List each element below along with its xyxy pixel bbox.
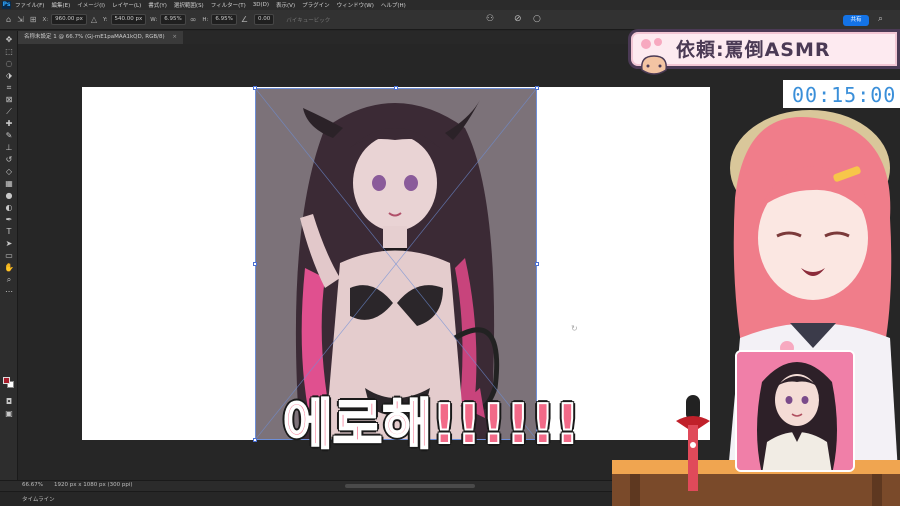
zoom-level[interactable]: 66.67% bbox=[22, 482, 43, 488]
warp-icon[interactable]: ⚇ bbox=[486, 14, 494, 24]
transform-handle-bottom-left[interactable] bbox=[253, 438, 257, 442]
y-position-input[interactable]: 540.00 px bbox=[110, 14, 147, 25]
transform-handle-top-center[interactable] bbox=[394, 86, 398, 90]
menu-3d[interactable]: 3D(D) bbox=[253, 2, 269, 8]
menu-bar: Ps ファイル(F) 編集(E) イメージ(I) レイヤー(L) 書式(Y) 選… bbox=[0, 0, 900, 10]
width-input[interactable]: 6.95% bbox=[160, 14, 186, 25]
request-title: 依頼:罵倒ASMR bbox=[676, 39, 831, 61]
microphone-icon bbox=[676, 395, 710, 491]
transform-handle-middle-left[interactable] bbox=[253, 262, 257, 266]
menu-window[interactable]: ウィンドウ(W) bbox=[337, 1, 374, 9]
transform-handle-top-right[interactable] bbox=[535, 86, 539, 90]
link-proportions-icon[interactable]: ∞ bbox=[190, 15, 197, 24]
blur-tool-icon[interactable]: ● bbox=[3, 191, 15, 201]
menu-image[interactable]: イメージ(I) bbox=[77, 1, 105, 9]
object-select-tool-icon[interactable]: ⬗ bbox=[3, 71, 15, 81]
dodge-tool-icon[interactable]: ◐ bbox=[3, 203, 15, 213]
menu-select[interactable]: 選択範囲(S) bbox=[174, 1, 204, 9]
stamp-tool-icon[interactable]: ⊥ bbox=[3, 143, 15, 153]
share-button[interactable]: 共有 bbox=[843, 15, 869, 26]
menu-layer[interactable]: レイヤー(L) bbox=[112, 1, 141, 9]
timeline-tab[interactable]: タイムライン bbox=[22, 495, 55, 503]
frame-tool-icon[interactable]: ⊠ bbox=[3, 95, 15, 105]
close-tab-icon[interactable]: × bbox=[172, 34, 177, 40]
commit-transform-icon[interactable]: ○ bbox=[533, 14, 541, 24]
rotate-angle-icon: ∠ bbox=[240, 15, 249, 24]
marquee-tool-icon[interactable]: ⬚ bbox=[3, 47, 15, 57]
rotate-cursor-icon: ↻ bbox=[571, 324, 578, 333]
eyedropper-tool-icon[interactable]: ⟋ bbox=[3, 107, 15, 117]
more-tools-icon[interactable]: ⋯ bbox=[3, 287, 15, 297]
zoom-tool-icon[interactable]: ⌕ bbox=[3, 275, 15, 285]
menu-file[interactable]: ファイル(F) bbox=[15, 1, 44, 9]
transform-handle-top-left[interactable] bbox=[253, 86, 257, 90]
angle-input[interactable]: 0.00 bbox=[254, 14, 275, 25]
type-tool-icon[interactable]: T bbox=[3, 227, 15, 237]
photoshop-logo-icon[interactable]: Ps bbox=[2, 1, 11, 9]
document-size[interactable]: 1920 px x 1080 px (300 ppi) bbox=[54, 482, 133, 488]
menu-type[interactable]: 書式(Y) bbox=[148, 1, 167, 9]
home-icon[interactable]: ⌂ bbox=[6, 15, 11, 24]
photoshop-window: Ps ファイル(F) 編集(E) イメージ(I) レイヤー(L) 書式(Y) 選… bbox=[0, 0, 900, 506]
transform-handle-middle-right[interactable] bbox=[535, 262, 539, 266]
search-icon[interactable]: ⌕ bbox=[878, 14, 883, 24]
height-input[interactable]: 6.95% bbox=[211, 14, 237, 25]
crop-tool-icon[interactable]: ⌗ bbox=[3, 83, 15, 93]
y-label: Y: bbox=[103, 16, 108, 23]
menu-filter[interactable]: フィルター(T) bbox=[211, 1, 246, 9]
move-tool-icon[interactable]: ✥ bbox=[3, 35, 15, 45]
reaction-caption: 에로해!!!!!! bbox=[282, 392, 581, 457]
menu-plugins[interactable]: プラグイン bbox=[302, 1, 330, 9]
menu-help[interactable]: ヘルプ(H) bbox=[381, 1, 406, 9]
x-position-input[interactable]: 960.00 px bbox=[51, 14, 87, 25]
relative-position-icon[interactable]: △ bbox=[91, 15, 97, 24]
path-select-tool-icon[interactable]: ➤ bbox=[3, 239, 15, 249]
gradient-tool-icon[interactable]: ▦ bbox=[3, 179, 15, 189]
facecam-frame bbox=[735, 350, 855, 472]
facecam-avatar bbox=[737, 352, 853, 470]
foreground-color-swatch[interactable] bbox=[3, 377, 10, 384]
rectangle-tool-icon[interactable]: ▭ bbox=[3, 251, 15, 261]
tool-panel: ✥ ⬚ ◌ ⬗ ⌗ ⊠ ⟋ ✚ ✎ ⊥ ↺ ◇ ▦ ● ◐ ✒ T ➤ ▭ ✋ … bbox=[0, 31, 18, 489]
document-tab[interactable]: 名称未設定 1 @ 66.7% (Gj-mE1paMAA1kQD, RGB/8)… bbox=[18, 31, 183, 44]
screen-mode-icon[interactable]: ▣ bbox=[3, 409, 15, 419]
reference-point-icon[interactable]: ⊞ bbox=[30, 15, 37, 24]
h-label: H: bbox=[202, 16, 209, 23]
options-bar: ⌂ ⇲ ⊞ X: 960.00 px △ Y: 540.00 px W: 6.9… bbox=[0, 10, 900, 30]
brush-tool-icon[interactable]: ✎ bbox=[3, 131, 15, 141]
countdown-timer: 00:15:00 bbox=[792, 83, 897, 107]
horizontal-scrollbar[interactable] bbox=[345, 484, 475, 488]
pen-tool-icon[interactable]: ✒ bbox=[3, 215, 15, 225]
w-label: W: bbox=[150, 16, 158, 23]
transform-tool-icon[interactable]: ⇲ bbox=[17, 15, 24, 24]
lasso-tool-icon[interactable]: ◌ bbox=[3, 59, 15, 69]
x-label: X: bbox=[42, 16, 49, 23]
cancel-transform-icon[interactable]: ⊘ bbox=[514, 14, 522, 24]
eraser-tool-icon[interactable]: ◇ bbox=[3, 167, 15, 177]
quick-mask-icon[interactable]: ◘ bbox=[3, 397, 15, 407]
hand-tool-icon[interactable]: ✋ bbox=[3, 263, 15, 273]
document-tab-title: 名称未設定 1 @ 66.7% (Gj-mE1paMAA1kQD, RGB/8) bbox=[24, 34, 165, 40]
cat-paw-sakura-icon bbox=[641, 38, 667, 75]
menu-view[interactable]: 表示(V) bbox=[276, 1, 295, 9]
history-brush-tool-icon[interactable]: ↺ bbox=[3, 155, 15, 165]
menu-edit[interactable]: 編集(E) bbox=[51, 1, 70, 9]
interpolation-select[interactable]: バイキュービック bbox=[286, 16, 330, 24]
healing-brush-tool-icon[interactable]: ✚ bbox=[3, 119, 15, 129]
